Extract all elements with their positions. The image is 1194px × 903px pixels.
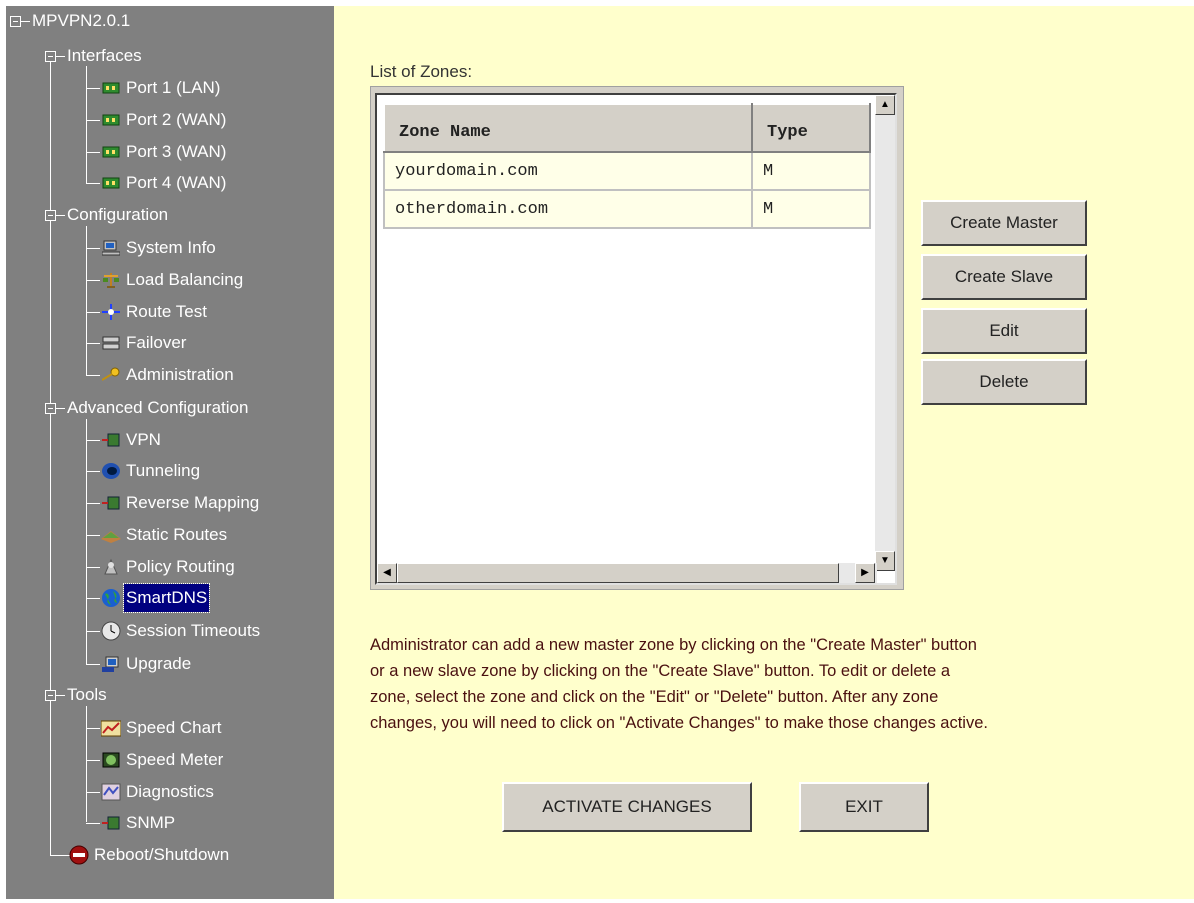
balance-icon	[101, 271, 121, 289]
tree-item-snmp[interactable]: SNMP	[86, 809, 177, 837]
exit-button[interactable]: EXIT	[799, 782, 929, 832]
collapse-icon[interactable]	[45, 50, 56, 62]
horizontal-scrollbar[interactable]: ◀ ▶	[377, 563, 877, 583]
vpn-icon	[101, 431, 121, 449]
activate-changes-button[interactable]: ACTIVATE CHANGES	[502, 782, 752, 832]
tree-root[interactable]: MPVPN2.0.1	[10, 7, 132, 35]
create-master-button[interactable]: Create Master	[921, 200, 1087, 246]
tree-item-upgrade[interactable]: Upgrade	[86, 650, 193, 678]
vpn-icon	[101, 494, 121, 512]
edit-button[interactable]: Edit	[921, 308, 1087, 354]
tree-item-port-4[interactable]: Port 4 (WAN)	[86, 169, 228, 197]
route-map-icon	[101, 526, 121, 544]
tree-item-smartdns[interactable]: SmartDNS	[86, 583, 211, 613]
help-line: Administrator can add a new master zone …	[370, 636, 977, 654]
tree-item-static-routes[interactable]: Static Routes	[86, 521, 229, 549]
route-icon	[101, 303, 121, 321]
network-port-icon	[101, 79, 121, 97]
zone-list-caption: List of Zones:	[370, 62, 473, 81]
clock-icon	[101, 621, 121, 641]
tree-line-root-tail	[50, 695, 51, 855]
tree-folder-tools[interactable]: Tools	[45, 681, 109, 709]
help-line: zone, select the zone and click on the "…	[370, 688, 939, 706]
key-icon	[101, 366, 121, 384]
tree-item-speed-meter[interactable]: Speed Meter	[86, 746, 225, 774]
tree-item-port-1[interactable]: Port 1 (LAN)	[86, 74, 222, 102]
meter-icon	[101, 751, 121, 769]
help-text: Administrator can add a new master zone …	[370, 632, 1170, 736]
tree-item-route-test[interactable]: Route Test	[86, 298, 209, 326]
tree-item-diagnostics[interactable]: Diagnostics	[86, 778, 216, 806]
delete-button[interactable]: Delete	[921, 359, 1087, 405]
tree-item-port-2[interactable]: Port 2 (WAN)	[86, 106, 228, 134]
tunnel-icon	[101, 462, 121, 480]
column-header-type[interactable]: Type	[751, 103, 871, 153]
policy-icon	[101, 558, 121, 576]
help-line: or a new slave zone by clicking on the "…	[370, 662, 951, 680]
zone-table: Zone Name Type yourdomain.com M otherdom…	[383, 103, 871, 229]
scroll-left-icon[interactable]: ◀	[377, 563, 397, 583]
collapse-icon[interactable]	[45, 209, 56, 221]
vpn-icon	[101, 814, 121, 832]
tree-item-administration[interactable]: Administration	[86, 361, 236, 389]
zone-list-frame: Zone Name Type yourdomain.com M otherdom…	[370, 86, 904, 590]
network-port-icon	[101, 143, 121, 161]
scroll-down-icon[interactable]: ▼	[875, 551, 895, 571]
tree-line-root	[50, 58, 51, 695]
upgrade-icon	[101, 655, 121, 673]
tree-item-reverse-mapping[interactable]: Reverse Mapping	[86, 489, 261, 517]
tree-item-speed-chart[interactable]: Speed Chart	[86, 714, 223, 742]
collapse-icon[interactable]	[10, 15, 21, 27]
collapse-icon[interactable]	[45, 402, 56, 414]
tree-item-policy-routing[interactable]: Policy Routing	[86, 553, 237, 581]
server-icon	[101, 334, 121, 352]
tree-item-reboot-shutdown[interactable]: Reboot/Shutdown	[68, 841, 231, 869]
tree-item-tunneling[interactable]: Tunneling	[86, 457, 202, 485]
tree-line-reboot	[50, 855, 70, 856]
collapse-icon[interactable]	[45, 689, 56, 701]
scroll-right-icon[interactable]: ▶	[855, 563, 875, 583]
zone-type-cell[interactable]: M	[751, 189, 871, 229]
network-port-icon	[101, 174, 121, 192]
column-header-zone-name[interactable]: Zone Name	[383, 103, 753, 153]
create-slave-button[interactable]: Create Slave	[921, 254, 1087, 300]
globe-icon	[101, 589, 121, 607]
tree-item-system-info[interactable]: System Info	[86, 234, 218, 262]
tree-folder-configuration[interactable]: Configuration	[45, 201, 170, 229]
tree-folder-interfaces[interactable]: Interfaces	[45, 42, 144, 70]
tree-item-load-balancing[interactable]: Load Balancing	[86, 266, 245, 294]
main-panel: List of Zones: Zone Name Type yourdomain…	[334, 6, 1194, 899]
tree-item-port-3[interactable]: Port 3 (WAN)	[86, 138, 228, 166]
tree-item-failover[interactable]: Failover	[86, 329, 188, 357]
tree-item-vpn[interactable]: VPN	[86, 426, 163, 454]
diagnostics-icon	[101, 783, 121, 801]
scroll-up-icon[interactable]: ▲	[875, 95, 895, 115]
tree-folder-advanced-configuration[interactable]: Advanced Configuration	[45, 394, 250, 422]
navigation-tree: MPVPN2.0.1 Interfaces Port 1 (LAN) Port …	[6, 6, 334, 899]
help-line: changes, you will need to click on "Acti…	[370, 714, 988, 732]
vertical-scrollbar[interactable]: ▲ ▼	[875, 95, 895, 571]
chart-icon	[101, 719, 121, 737]
network-port-icon	[101, 111, 121, 129]
zone-type-cell[interactable]: M	[751, 151, 871, 191]
table-row[interactable]: otherdomain.com M	[383, 189, 871, 229]
zone-name-cell[interactable]: otherdomain.com	[383, 189, 753, 229]
zone-table-header: Zone Name Type	[383, 103, 871, 153]
table-row[interactable]: yourdomain.com M	[383, 151, 871, 191]
tree-item-session-timeouts[interactable]: Session Timeouts	[86, 617, 262, 645]
zone-list[interactable]: Zone Name Type yourdomain.com M otherdom…	[375, 93, 897, 585]
stop-icon	[69, 845, 89, 865]
computer-icon	[101, 239, 121, 257]
scroll-thumb[interactable]	[397, 563, 839, 583]
zone-name-cell[interactable]: yourdomain.com	[383, 151, 753, 191]
